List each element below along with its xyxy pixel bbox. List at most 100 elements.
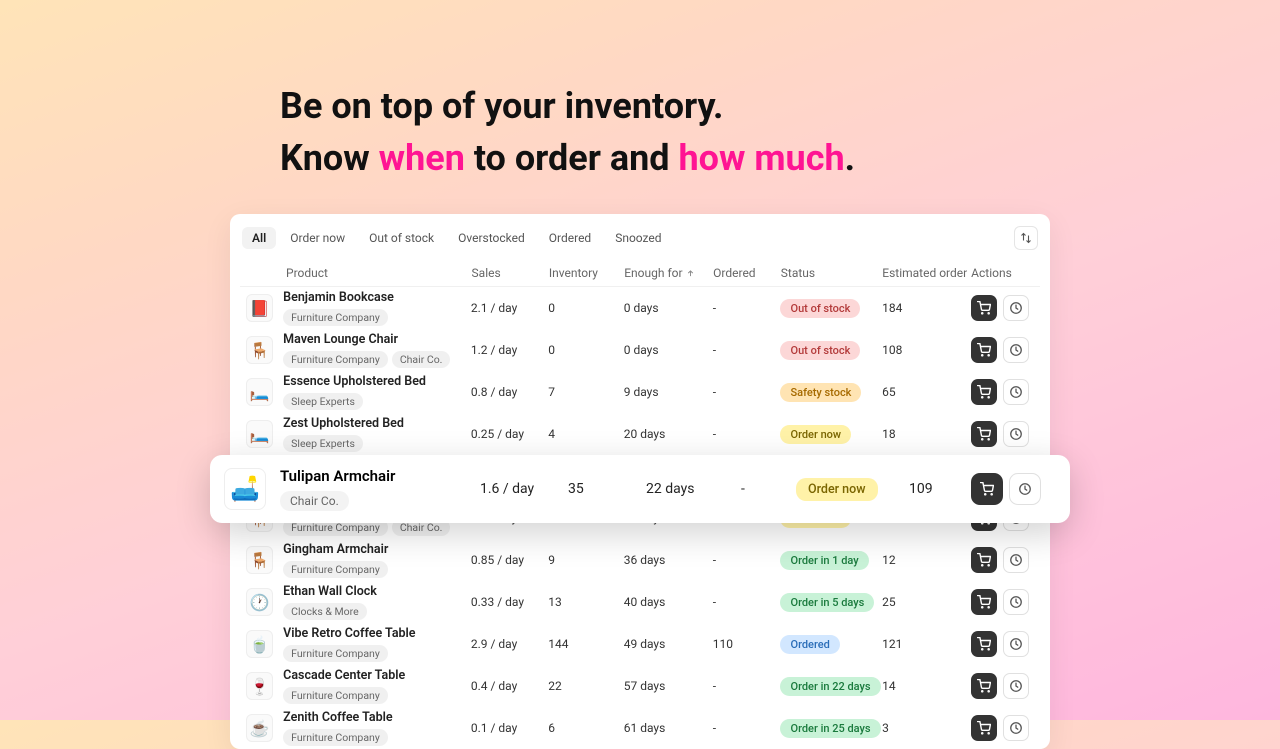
order-button[interactable] <box>971 589 997 615</box>
cell-estimated: 12 <box>882 553 971 567</box>
product-thumb: 🪑 <box>246 546 273 574</box>
filter-snoozed[interactable]: Snoozed <box>605 227 671 249</box>
cart-icon <box>977 679 991 693</box>
vendor-tag[interactable]: Chair Co. <box>392 351 451 368</box>
cell-sales: 2.9 / day <box>471 637 548 651</box>
cell-sales: 1.6 / day <box>480 481 568 497</box>
order-button[interactable] <box>971 421 997 447</box>
table-row[interactable]: 📕Benjamin BookcaseFurniture Company2.1 /… <box>240 287 1040 329</box>
col-status[interactable]: Status <box>781 266 882 280</box>
table-row[interactable]: 🪑Gingham ArmchairFurniture Company0.85 /… <box>240 539 1040 581</box>
snooze-button[interactable] <box>1009 473 1041 505</box>
filter-out-of-stock[interactable]: Out of stock <box>359 227 444 249</box>
vendor-tag[interactable]: Furniture Company <box>283 309 388 326</box>
cart-icon <box>977 637 991 651</box>
product-name[interactable]: Zenith Coffee Table <box>283 710 471 725</box>
cell-ordered: - <box>713 301 781 315</box>
table-row[interactable]: 🕐Ethan Wall ClockClocks & More0.33 / day… <box>240 581 1040 623</box>
vendor-tag[interactable]: Furniture Company <box>283 351 388 368</box>
product-name[interactable]: Gingham Armchair <box>283 542 471 557</box>
table-row[interactable]: ☕Zenith Coffee TableFurniture Company0.1… <box>240 707 1040 749</box>
product-thumb: 🍵 <box>246 630 273 658</box>
snooze-button[interactable] <box>1003 421 1029 447</box>
snooze-button[interactable] <box>1003 547 1029 573</box>
order-button[interactable] <box>971 631 997 657</box>
order-button[interactable] <box>971 295 997 321</box>
clock-icon <box>1009 595 1023 609</box>
product-thumb: 🍷 <box>246 672 273 700</box>
cell-ordered: - <box>713 595 781 609</box>
vendor-tag[interactable]: Furniture Company <box>283 687 388 704</box>
cart-icon <box>980 482 994 496</box>
vendor-tag[interactable]: Furniture Company <box>283 645 388 662</box>
snooze-button[interactable] <box>1003 589 1029 615</box>
filter-overstocked[interactable]: Overstocked <box>448 227 535 249</box>
snooze-button[interactable] <box>1003 295 1029 321</box>
col-ordered[interactable]: Ordered <box>713 266 781 280</box>
cell-inventory: 35 <box>568 481 646 497</box>
snooze-button[interactable] <box>1003 673 1029 699</box>
cell-sales: 1.2 / day <box>471 343 548 357</box>
cell-status: Order in 22 days <box>780 677 882 696</box>
product-name[interactable]: Maven Lounge Chair <box>283 332 471 347</box>
cell-estimated: 121 <box>882 637 971 651</box>
cell-inventory: 9 <box>548 553 623 567</box>
clock-icon <box>1009 427 1023 441</box>
order-button[interactable] <box>971 379 997 405</box>
col-enough[interactable]: Enough for <box>624 266 713 280</box>
vendor-tag[interactable]: Chair Co. <box>280 491 349 511</box>
col-inventory[interactable]: Inventory <box>549 266 624 280</box>
product-name[interactable]: Vibe Retro Coffee Table <box>283 626 471 641</box>
table-row[interactable]: 🪑Maven Lounge ChairFurniture CompanyChai… <box>240 329 1040 371</box>
clock-icon <box>1009 343 1023 357</box>
vendor-tag[interactable]: Sleep Experts <box>283 435 363 452</box>
vendor-tag[interactable]: Sleep Experts <box>283 393 363 410</box>
snooze-button[interactable] <box>1003 379 1029 405</box>
product-name[interactable]: Essence Upholstered Bed <box>283 374 471 389</box>
order-button[interactable] <box>971 673 997 699</box>
snooze-button[interactable] <box>1003 631 1029 657</box>
col-sales[interactable]: Sales <box>472 266 549 280</box>
filter-order-now[interactable]: Order now <box>280 227 355 249</box>
table-header: Product Sales Inventory Enough for Order… <box>240 260 1040 287</box>
filter-all[interactable]: All <box>242 227 276 249</box>
cell-inventory: 22 <box>548 679 623 693</box>
snooze-button[interactable] <box>1003 337 1029 363</box>
clock-icon <box>1009 721 1023 735</box>
order-button[interactable] <box>971 473 1003 505</box>
product-name[interactable]: Tulipan Armchair <box>280 467 480 485</box>
table-row[interactable]: 🛏️Zest Upholstered BedSleep Experts0.25 … <box>240 413 1040 455</box>
vendor-tag[interactable]: Clocks & More <box>283 603 367 620</box>
product-name[interactable]: Zest Upholstered Bed <box>283 416 471 431</box>
cell-inventory: 0 <box>548 301 623 315</box>
hero-line1: Be on top of your inventory. <box>280 85 724 127</box>
product-name[interactable]: Ethan Wall Clock <box>283 584 471 599</box>
table-row[interactable]: 🍵 Vibe Retro Coffee Table Furniture Compan… <box>240 623 1040 665</box>
col-estimated[interactable]: Estimated order <box>882 266 971 280</box>
table-row[interactable]: 🛏️Essence Upholstered BedSleep Experts0.… <box>240 371 1040 413</box>
table-row[interactable]: 🍷Cascade Center TableFurniture Company0.… <box>240 665 1040 707</box>
snooze-button[interactable] <box>1003 715 1029 741</box>
order-button[interactable] <box>971 715 997 741</box>
cell-sales: 0.25 / day <box>471 427 548 441</box>
expanded-row[interactable]: 🛋️Tulipan ArmchairChair Co.1.6 / day3522… <box>210 455 1070 523</box>
cart-icon <box>977 427 991 441</box>
cell-enough: 49 days <box>624 637 713 651</box>
order-button[interactable] <box>971 337 997 363</box>
clock-icon <box>1009 679 1023 693</box>
sort-button[interactable] <box>1014 226 1038 250</box>
product-thumb: 📕 <box>246 294 273 322</box>
cell-enough: 0 days <box>624 343 713 357</box>
order-button[interactable] <box>971 547 997 573</box>
vendor-tag[interactable]: Furniture Company <box>283 561 388 578</box>
cart-icon <box>977 553 991 567</box>
product-name[interactable]: Benjamin Bookcase <box>283 290 471 305</box>
col-product[interactable]: Product <box>246 266 472 280</box>
filter-ordered[interactable]: Ordered <box>539 227 601 249</box>
cell-ordered: - <box>713 343 781 357</box>
cell-enough: 61 days <box>624 721 713 735</box>
cell-enough: 0 days <box>624 301 713 315</box>
vendor-tag[interactable]: Furniture Company <box>283 729 388 746</box>
cart-icon <box>977 385 991 399</box>
product-name[interactable]: Cascade Center Table <box>283 668 471 683</box>
